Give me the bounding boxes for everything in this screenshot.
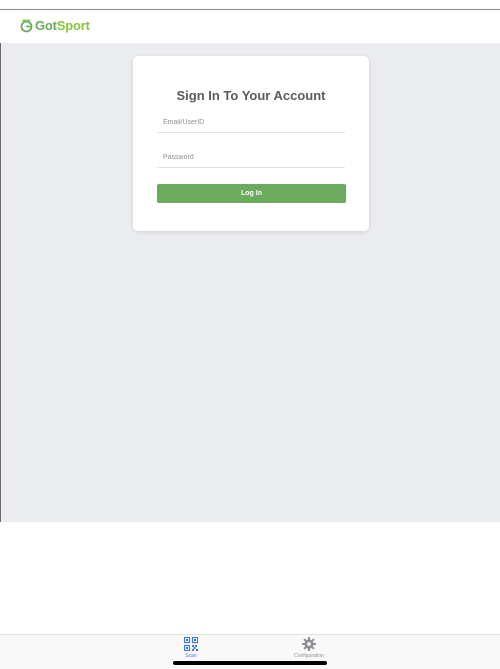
- app-header: GotSport: [0, 10, 500, 43]
- tab-configuration[interactable]: Configuration: [279, 637, 339, 663]
- login-button[interactable]: Log In: [157, 184, 346, 203]
- email-field[interactable]: [157, 113, 345, 133]
- empty-area: [0, 522, 500, 634]
- logo-text-got: Got: [35, 18, 57, 33]
- qr-code-icon: [184, 637, 198, 651]
- home-indicator[interactable]: [173, 661, 327, 665]
- login-title: Sign In To Your Account: [176, 88, 326, 103]
- gotsport-logo-icon: [20, 19, 33, 33]
- gear-icon: [302, 637, 316, 651]
- logo-text-sport: Sport: [56, 18, 90, 33]
- password-field[interactable]: [157, 148, 345, 168]
- tab-scan[interactable]: Scan: [161, 637, 221, 663]
- app-screen: GotSport Sign In To Your Account Log In: [0, 0, 500, 669]
- status-bar-edge: [0, 0, 500, 10]
- gotsport-logo: GotSport: [20, 18, 90, 34]
- logo-wordmark: GotSport: [35, 18, 90, 34]
- tab-configuration-label: Configuration: [294, 653, 324, 659]
- main-content: Sign In To Your Account Log In: [1, 43, 500, 522]
- login-card: Sign In To Your Account Log In: [133, 56, 369, 231]
- tab-scan-label: Scan: [185, 653, 197, 659]
